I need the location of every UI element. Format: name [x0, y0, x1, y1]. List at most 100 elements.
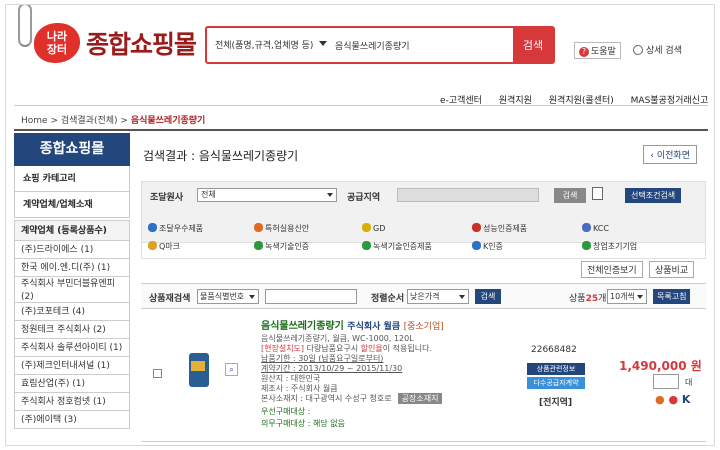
in-search-select[interactable]: 물품식별번호	[197, 289, 259, 304]
product-company: 주식회사 월큼	[347, 322, 401, 332]
order-select-value: 낮은가격	[410, 292, 440, 301]
quantity-input[interactable]	[653, 374, 679, 389]
refresh-list-button[interactable]: 목록고침	[653, 289, 691, 304]
advanced-search-link[interactable]: 상세 검색	[633, 43, 682, 56]
sidebar-vendor-item[interactable]: 주식회사 정호컴넷 (1)	[14, 393, 130, 411]
cert-item[interactable]: Q마크	[148, 241, 180, 252]
cert-badge-icon	[362, 223, 371, 232]
cert-item[interactable]: 창업초기기업	[582, 241, 637, 252]
help-button[interactable]: ? 도움말	[574, 42, 621, 59]
breadcrumb-home[interactable]: Home	[21, 116, 48, 126]
cert-label: 성능인증제품	[483, 224, 528, 233]
search-box: 전체(품명,규격,업체명 등) 검색	[205, 26, 555, 64]
search-button[interactable]: 검색	[513, 28, 553, 62]
paperclip-decoration	[18, 5, 32, 47]
promo-discount: 할인율	[360, 344, 383, 353]
sidebar-vendor-location[interactable]: 계약업체/업체소재	[14, 192, 130, 218]
sidebar-vendor-item[interactable]: 주식회사 솔루션아이티 (1)	[14, 339, 130, 357]
sort-search-button[interactable]: 검색	[475, 289, 501, 304]
page-title: 검색결과 : 음식물쓰레기종량기	[143, 149, 299, 163]
product-name[interactable]: 음식물쓰레기종량기	[261, 321, 344, 332]
divider-thick	[14, 129, 708, 131]
sidebar-vendor-item[interactable]: 정원테크 주식회사 (2)	[14, 321, 130, 339]
page-frame: 나라장터 종합쇼핑몰 전체(품명,규격,업체명 등) 검색 ?도움말 상세 검색…	[5, 4, 715, 446]
address-text: 본사소재지 : 대구광역시 수성구 청호로	[261, 394, 392, 403]
product-price: 1,490,000 원	[619, 359, 702, 373]
sidebar-vendor-item[interactable]: (주)에이택 (3)	[14, 411, 130, 429]
cert-item[interactable]: 특허실용신안	[254, 223, 309, 234]
promo-red: [현장설치도]	[261, 344, 305, 353]
cert-label: Q마크	[159, 242, 181, 251]
cert-item[interactable]: KCC	[582, 223, 609, 233]
per-page-select[interactable]: 10개씩	[607, 289, 647, 304]
sidebar-vendor-item[interactable]: 주식회사 부민더블유엔피 (2)	[14, 277, 130, 303]
cert-badge-icon	[582, 241, 591, 250]
sidebar-category[interactable]: 쇼핑 카테고리	[14, 166, 130, 192]
cert-item[interactable]: 녹색기술인증제품	[362, 241, 432, 252]
sidebar-vendor-item[interactable]: 효림산업(주) (1)	[14, 375, 130, 393]
promo-tail: 이 적용됩니다.	[382, 344, 432, 353]
cert-item[interactable]: 성능인증제품	[472, 223, 527, 234]
agency-select[interactable]: 전체	[197, 188, 337, 202]
chevron-down-icon	[459, 295, 465, 299]
zoom-icon[interactable]: ⌕	[225, 363, 238, 376]
sidebar-list-head: 계약업체 (등록상품수)	[14, 220, 130, 241]
sidebar-vendor-item[interactable]: (주)드라이에스 (1)	[14, 241, 130, 259]
cert-item[interactable]: GD	[362, 223, 385, 233]
select-condition-button[interactable]: 선택조건검색	[625, 188, 682, 203]
cert-badge-icon: ●	[655, 393, 665, 406]
count-prefix: 상품	[569, 294, 586, 304]
compare-button[interactable]: 상품비교	[649, 261, 695, 278]
advanced-search-label: 상세 검색	[646, 46, 682, 56]
cert-label: 특허실용신안	[265, 224, 310, 233]
in-search-input[interactable]	[265, 289, 357, 304]
cert-label: 녹색기술인증제품	[373, 242, 432, 251]
cert-badge-icon	[582, 223, 591, 232]
calendar-icon[interactable]	[592, 187, 603, 200]
question-icon: ?	[579, 47, 589, 57]
product-tag: [중소기업]	[403, 322, 444, 332]
logo-text[interactable]: 종합쇼핑몰	[86, 25, 197, 61]
cert-item[interactable]: K인증	[472, 241, 503, 252]
product-title[interactable]: 음식물쓰레기종량기 주식회사 월큼 [중소기업]	[261, 317, 444, 332]
sidebar-title[interactable]: 종합쇼핑몰	[14, 133, 130, 166]
agency-label: 조달원사	[150, 193, 184, 203]
cert-item[interactable]: 조달우수제품	[148, 223, 203, 234]
chevron-down-icon	[327, 193, 333, 197]
search-category-select[interactable]: 전체(품명,규격,업체명 등)	[215, 38, 313, 51]
cert-badge-icon	[254, 223, 263, 232]
logo-badge[interactable]: 나라 장터	[34, 23, 80, 63]
filter-search-button[interactable]: 검색	[554, 188, 586, 203]
cert-label: GD	[373, 224, 386, 233]
product-row: ⌕ 음식물쓰레기종량기 주식회사 월큼 [중소기업] 음식물쓰레기종량기, 월큼…	[141, 315, 706, 441]
product-image-screen	[191, 361, 205, 371]
breadcrumb-mid[interactable]: 검색결과(전체)	[61, 116, 118, 126]
multi-supplier-button[interactable]: 다수공급자계약	[527, 377, 585, 389]
cert-item[interactable]: 녹색기술인증	[254, 241, 309, 252]
product-checkbox[interactable]	[153, 369, 162, 378]
chevron-down-icon[interactable]	[319, 41, 327, 46]
prev-page-label: 이전화면	[656, 151, 690, 161]
divider	[14, 105, 708, 106]
cert-badge-icon: ●	[668, 393, 679, 406]
product-image[interactable]	[189, 353, 209, 387]
sidebar-vendor-item[interactable]: 한국 에이.엔.디(주) (1)	[14, 259, 130, 277]
product-badges: ● ● K	[655, 393, 690, 406]
factory-location-button[interactable]: 공장소재지	[397, 393, 443, 404]
product-address: 본사소재지 : 대구광역시 수성구 청호로 공장소재지	[261, 393, 443, 404]
search-input[interactable]	[331, 32, 517, 58]
product-region: [전지역]	[539, 398, 573, 408]
sidebar-vendor-item[interactable]: (주)제크인터내셔널 (1)	[14, 357, 130, 375]
region-input[interactable]	[397, 188, 539, 202]
cert-label: 녹색기술인증	[265, 242, 310, 251]
product-info-button[interactable]: 상품관련정보	[527, 363, 585, 375]
cert-badge-icon	[472, 223, 481, 232]
product-mandatory: 의무구매대상 : 해당 없음	[261, 419, 345, 428]
order-select[interactable]: 낮은가격	[407, 289, 469, 304]
sidebar-vendor-item[interactable]: (주)코포테크 (4)	[14, 303, 130, 321]
cert-badge-icon	[148, 223, 157, 232]
view-all-certs-button[interactable]: 전체인증보기	[581, 261, 643, 278]
k-cert-icon: K	[681, 393, 691, 406]
per-page-value: 10개씩	[610, 292, 635, 301]
prev-page-button[interactable]: ‹ 이전화면	[643, 145, 697, 164]
